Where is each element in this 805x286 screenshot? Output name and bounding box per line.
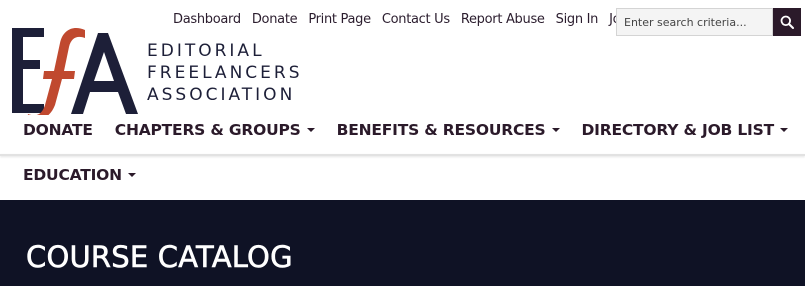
search-input[interactable] bbox=[616, 8, 773, 36]
nav-item-label: CHAPTERS & GROUPS bbox=[114, 121, 301, 139]
utility-link-contact-us[interactable]: Contact Us bbox=[382, 12, 450, 27]
utility-link-sign-in[interactable]: Sign In bbox=[556, 12, 599, 27]
search-icon bbox=[780, 15, 794, 29]
caret-down-icon bbox=[306, 128, 315, 132]
caret-down-icon bbox=[127, 173, 136, 177]
efa-logo[interactable] bbox=[12, 25, 142, 115]
search-button[interactable] bbox=[773, 8, 801, 36]
nav-item-label: EDUCATION bbox=[23, 166, 122, 184]
nav-item-directory-job-list[interactable]: DIRECTORY & JOB LIST bbox=[582, 121, 788, 139]
brand-line-freelancers: FREELANCERS bbox=[147, 63, 303, 83]
utility-link-dashboard[interactable]: Dashboard bbox=[173, 12, 241, 27]
utility-link-donate[interactable]: Donate bbox=[252, 12, 298, 27]
nav-item-education[interactable]: EDUCATION bbox=[23, 166, 136, 184]
nav-item-label: BENEFITS & RESOURCES bbox=[336, 121, 546, 139]
brand-line-association: ASSOCIATION bbox=[147, 85, 296, 105]
nav-item-label: DONATE bbox=[23, 121, 93, 139]
nav-item-chapters-groups[interactable]: CHAPTERS & GROUPS bbox=[115, 121, 315, 139]
utility-nav: Dashboard Donate Print Page Contact Us R… bbox=[173, 12, 632, 27]
nav-item-donate[interactable]: DONATE bbox=[23, 121, 93, 139]
secondary-nav: EDUCATION bbox=[23, 166, 136, 184]
search-form bbox=[616, 8, 801, 36]
hero-banner: COURSE CATALOG bbox=[0, 200, 805, 286]
nav-item-benefits-resources[interactable]: BENEFITS & RESOURCES bbox=[337, 121, 560, 139]
brand-name: EDITORIAL FREELANCERS ASSOCIATION bbox=[147, 40, 303, 106]
utility-link-print-page[interactable]: Print Page bbox=[308, 12, 371, 27]
utility-link-report-abuse[interactable]: Report Abuse bbox=[461, 12, 545, 27]
page-title: COURSE CATALOG bbox=[26, 240, 293, 275]
main-nav: DONATE CHAPTERS & GROUPS BENEFITS & RESO… bbox=[23, 121, 788, 139]
brand-line-editorial: EDITORIAL bbox=[147, 41, 265, 61]
caret-down-icon bbox=[551, 128, 560, 132]
nav-item-label: DIRECTORY & JOB LIST bbox=[581, 121, 775, 139]
nav-divider bbox=[0, 154, 805, 156]
caret-down-icon bbox=[779, 128, 788, 132]
